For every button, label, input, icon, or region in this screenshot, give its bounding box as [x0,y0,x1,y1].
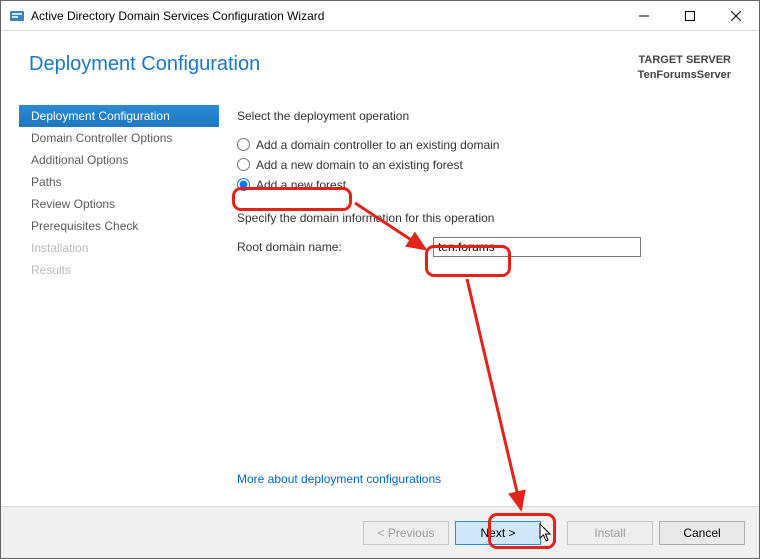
next-button[interactable]: Next > [455,521,541,545]
content: Select the deployment operation Add a do… [219,91,759,506]
sidebar-item-label: Deployment Configuration [31,109,170,123]
radio-label: Add a domain controller to an existing d… [256,138,499,152]
radio-input[interactable] [237,138,250,151]
header: Deployment Configuration TARGET SERVER T… [1,31,759,91]
window-controls [621,1,759,30]
sidebar-item-label: Review Options [31,197,115,211]
root-domain-row: Root domain name: [237,237,729,257]
previous-button: < Previous [363,521,449,545]
sidebar-item-review-options[interactable]: Review Options [19,193,219,215]
radio-add-dc-existing-domain[interactable]: Add a domain controller to an existing d… [237,135,729,155]
root-domain-input[interactable] [433,237,641,257]
target-server-box: TARGET SERVER TenForumsServer [638,53,731,83]
sidebar-item-results: Results [19,259,219,281]
sidebar-item-label: Additional Options [31,153,128,167]
page-title: Deployment Configuration [29,53,638,76]
install-button: Install [567,521,653,545]
radio-input[interactable] [237,178,250,191]
sidebar-item-prerequisites-check[interactable]: Prerequisites Check [19,215,219,237]
minimize-button[interactable] [621,1,667,30]
cancel-button[interactable]: Cancel [659,521,745,545]
sidebar-item-additional-options[interactable]: Additional Options [19,149,219,171]
titlebar: Active Directory Domain Services Configu… [1,1,759,31]
sidebar-item-label: Results [31,263,71,277]
sidebar-item-deployment-configuration[interactable]: Deployment Configuration [19,105,219,127]
sidebar-item-label: Installation [31,241,88,255]
radio-label: Add a new domain to an existing forest [256,158,463,172]
radio-input[interactable] [237,158,250,171]
more-about-link[interactable]: More about deployment configurations [237,472,441,486]
radio-add-domain-existing-forest[interactable]: Add a new domain to an existing forest [237,155,729,175]
sidebar: Deployment Configuration Domain Controll… [1,91,219,506]
sidebar-item-domain-controller-options[interactable]: Domain Controller Options [19,127,219,149]
wizard-window: Active Directory Domain Services Configu… [0,0,760,559]
footer: < Previous Next > Install Cancel [1,506,759,558]
sidebar-item-paths[interactable]: Paths [19,171,219,193]
operation-heading: Select the deployment operation [237,109,729,123]
close-button[interactable] [713,1,759,30]
radio-add-new-forest[interactable]: Add a new forest [237,175,729,195]
root-domain-label: Root domain name: [237,240,433,254]
maximize-button[interactable] [667,1,713,30]
body: Deployment Configuration Domain Controll… [1,91,759,506]
app-icon [9,8,25,24]
sidebar-item-label: Prerequisites Check [31,219,138,233]
target-server-label: TARGET SERVER [638,53,731,68]
spec-heading: Specify the domain information for this … [237,211,729,225]
sidebar-item-label: Paths [31,175,62,189]
target-server-name: TenForumsServer [638,68,731,83]
radio-label: Add a new forest [256,178,346,192]
sidebar-item-label: Domain Controller Options [31,131,172,145]
sidebar-item-installation: Installation [19,237,219,259]
window-title: Active Directory Domain Services Configu… [31,9,621,23]
